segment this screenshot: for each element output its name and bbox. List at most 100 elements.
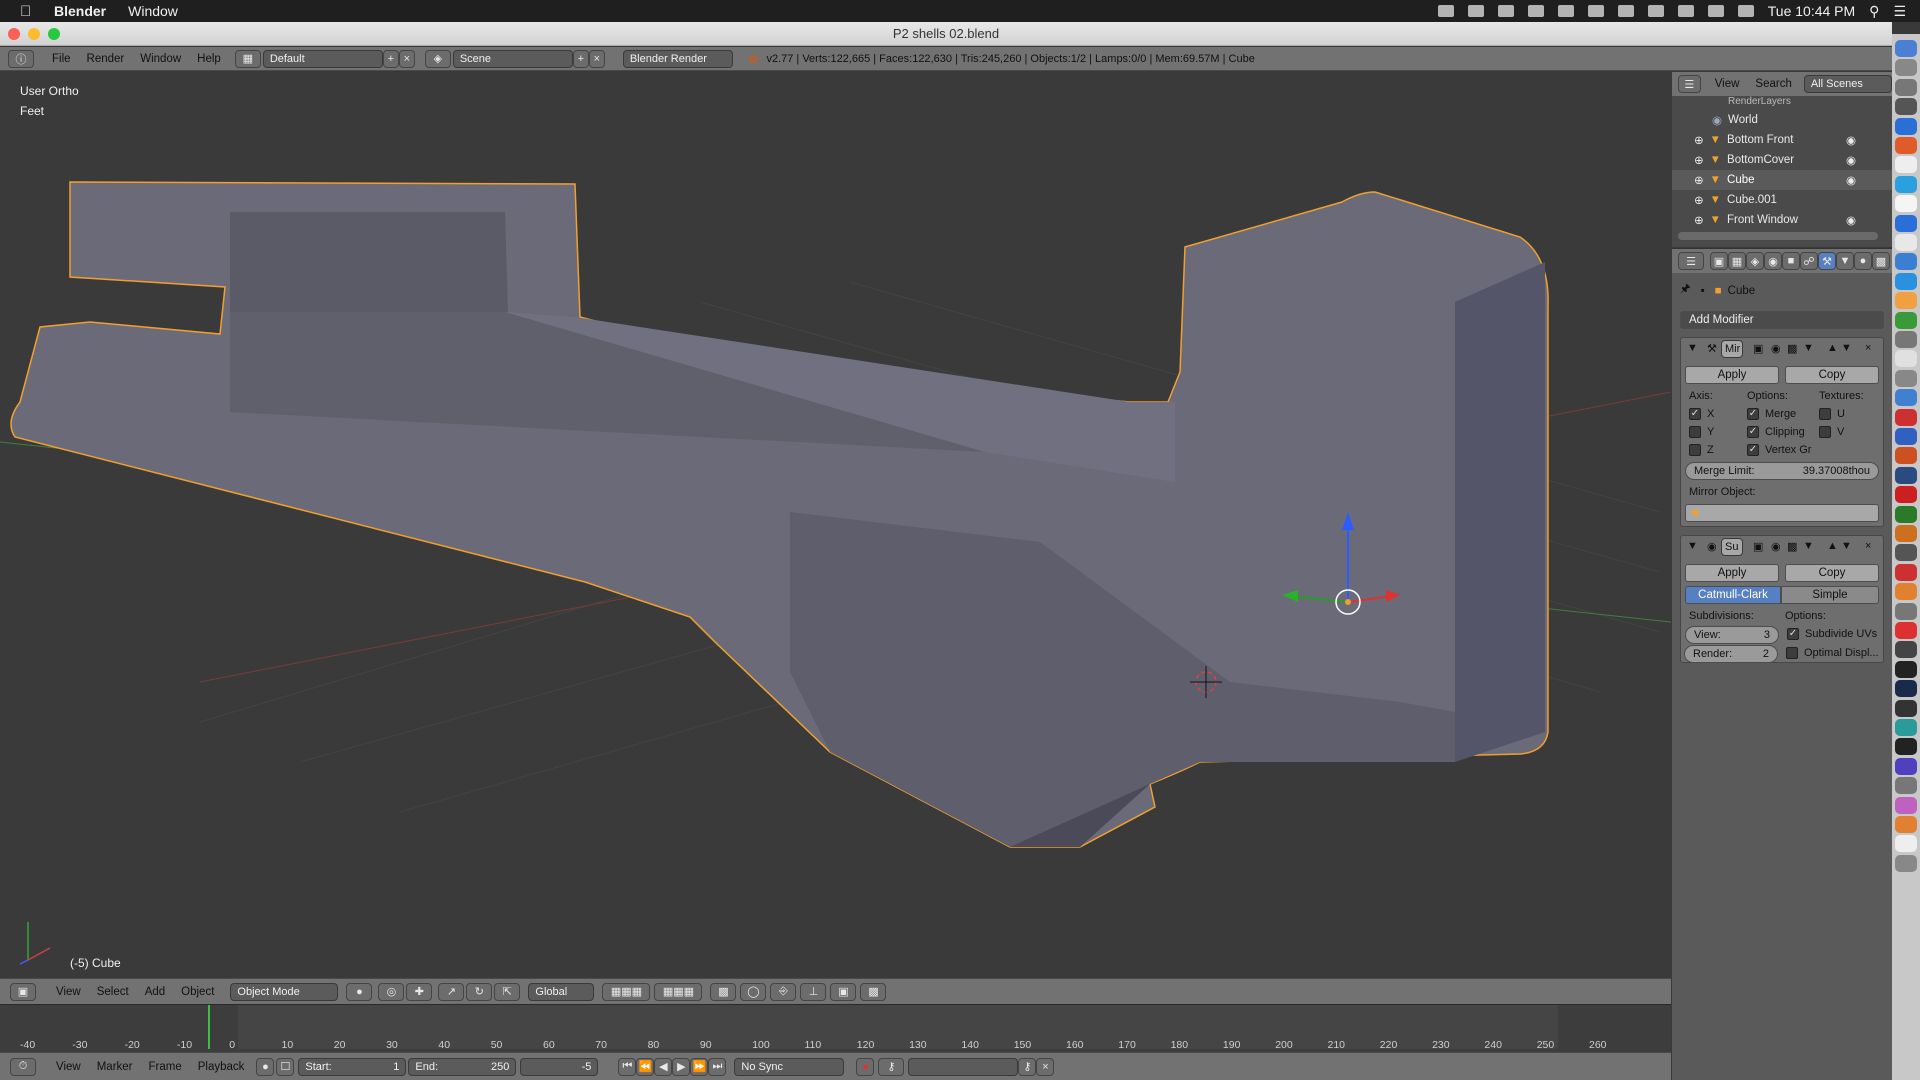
display-icon[interactable] [1707,5,1724,17]
tl-menu-view[interactable]: View [48,1061,89,1073]
menu-add[interactable]: Add [137,986,173,998]
record-icon[interactable]: ● [856,1057,875,1076]
outliner-row-cube[interactable]: ⊕ ▼ Cube ◉ [1672,170,1892,190]
render-tab-icon[interactable]: ▣ [1710,252,1728,270]
translate-icon[interactable]: ↗ [438,982,465,1001]
dock-app-icon[interactable] [1895,272,1917,290]
dock-app-icon[interactable] [1895,835,1917,853]
dock-app-icon[interactable] [1895,738,1917,756]
optimal-display-checkbox[interactable] [1786,647,1798,659]
object-tab-icon[interactable]: ■ [1782,252,1800,270]
dock-app-icon[interactable] [1895,505,1917,523]
subsurf-apply-button[interactable]: Apply [1685,564,1779,582]
timeline-editor-icon[interactable]: ⏱ [10,1057,36,1076]
mode-select[interactable]: Object Mode [230,982,339,1001]
dock-app-icon[interactable] [1895,253,1917,271]
editmode-toggle-icon[interactable]: ▩ [1787,342,1797,355]
outliner-row-cube001[interactable]: ⊕ ▼ Cube.001 [1672,190,1892,210]
dock-app-icon[interactable] [1895,40,1917,57]
viewport-toggle-icon[interactable]: ◉ [1771,342,1781,355]
move-up-icon[interactable]: ▲ [1827,540,1838,552]
dock-app-icon[interactable] [1895,854,1917,872]
outliner-row-front-window[interactable]: ⊕ ▼ Front Window ◉ [1672,210,1892,230]
scene-icon[interactable]: ◈ [424,49,451,68]
move-down-icon[interactable]: ▼ [1841,342,1852,354]
editor-type-icon[interactable]: ▣ [10,982,36,1001]
close-icon[interactable] [8,28,20,40]
layers-tab-icon[interactable]: ▦ [1728,252,1746,270]
jump-end-icon[interactable]: ⏭ [708,1057,727,1076]
proportional-icon[interactable]: ◯ [740,982,767,1001]
dock-app-icon[interactable] [1895,447,1917,465]
snap-icon[interactable]: ⎆ [770,982,797,1001]
move-up-icon[interactable]: ▲ [1827,342,1838,354]
keying-icon[interactable]: ⚷ [878,1057,905,1076]
manipulator-icon[interactable]: ✚ [406,982,433,1001]
render-toggle-icon[interactable]: ▣ [1753,342,1763,355]
dock-app-icon[interactable] [1895,350,1917,368]
timeline[interactable]: -40 -30 -20 -10 0 10 20 30 40 50 60 70 80 90 100 110 120… [0,1004,1671,1052]
clipping-checkbox[interactable]: ✓ [1747,426,1759,438]
apple-icon[interactable]:  [20,3,38,20]
outliner-filter-select[interactable]: All Scenes [1803,75,1892,93]
prev-key-icon[interactable]: ⏪ [636,1057,655,1076]
timemachine-icon[interactable] [1587,5,1604,17]
opengl-anim-icon[interactable]: ▩ [860,982,887,1001]
notification-icon[interactable]: ☰ [1893,3,1906,20]
cloud-icon[interactable] [1497,5,1514,17]
texture-u-checkbox[interactable] [1819,408,1831,420]
play-icon[interactable]: ▶ [672,1057,691,1076]
insert-key-icon[interactable]: ⚷ [1018,1057,1037,1076]
expand-icon[interactable]: ⊕ [1694,153,1704,167]
snap-target-icon[interactable]: ⊥ [800,982,827,1001]
expand-icon[interactable]: ⊕ [1694,173,1704,187]
dock-app-icon[interactable] [1895,796,1917,814]
mirror-object-field[interactable]: ■ [1685,504,1879,522]
dock-app-icon[interactable] [1895,602,1917,620]
move-down-icon[interactable]: ▼ [1841,540,1852,552]
outliner-scrollbar[interactable] [1678,232,1878,240]
spotlight-icon[interactable]: ⚲ [1869,3,1879,20]
subsurf-name-field[interactable]: Su [1721,538,1743,556]
outliner-row-bottomcover[interactable]: ⊕ ▼ BottomCover ◉ [1672,150,1892,170]
clock[interactable]: Tue 10:44 PM [1768,3,1855,19]
world-tab-icon[interactable]: ◉ [1764,252,1782,270]
menu-object[interactable]: Object [173,986,222,998]
outliner-row-bottom-front[interactable]: ⊕ ▼ Bottom Front ◉ [1672,130,1892,150]
outliner-editor-icon[interactable]: ☰ [1678,75,1701,93]
end-frame-field[interactable]: End: 250 [408,1057,517,1076]
menu-render[interactable]: Render [79,53,133,65]
view-levels-field[interactable]: View: 3 [1685,626,1779,644]
render-layer-icon[interactable]: ▩ [710,982,737,1001]
subsurf-copy-button[interactable]: Copy [1785,564,1879,582]
zoom-icon[interactable] [48,28,60,40]
modifiers-tab-icon[interactable]: ⚒ [1818,252,1836,270]
tl-menu-frame[interactable]: Frame [141,1061,190,1073]
dock-app-icon[interactable] [1895,195,1917,213]
add-modifier-button[interactable]: Add Modifier [1680,311,1884,329]
remove-scene-icon[interactable]: × [588,49,605,68]
menu-help[interactable]: Help [189,53,229,65]
catmull-clark-tab[interactable]: Catmull-Clark [1685,586,1781,604]
scale-icon[interactable]: ⇱ [494,982,521,1001]
add-scene-icon[interactable]: + [572,49,589,68]
dock-app-icon[interactable] [1895,583,1917,601]
collapse-icon[interactable]: ▼ [1687,540,1698,552]
expand-icon[interactable]: ⊕ [1694,193,1704,207]
keying-set-field[interactable] [908,1057,1019,1076]
dock-app-icon[interactable] [1895,757,1917,775]
axis-y-checkbox[interactable] [1689,426,1701,438]
render-toggle-icon[interactable]: ▣ [1753,540,1763,553]
drive-icon[interactable] [1527,5,1544,17]
dock-app-icon[interactable] [1895,331,1917,348]
dock-app-icon[interactable] [1895,98,1917,116]
simple-tab[interactable]: Simple [1781,586,1879,604]
dock-app-icon[interactable] [1895,563,1917,581]
dock-app-icon[interactable] [1895,175,1917,193]
layers2-icon[interactable]: ▦▦▦ [654,982,703,1001]
menu-window[interactable]: Window [132,53,189,65]
eye-icon[interactable]: ◉ [1846,173,1856,187]
lock-icon[interactable]: ☐ [276,1057,295,1076]
message-icon[interactable] [1557,5,1574,17]
eye-icon[interactable]: ◉ [1846,213,1856,227]
